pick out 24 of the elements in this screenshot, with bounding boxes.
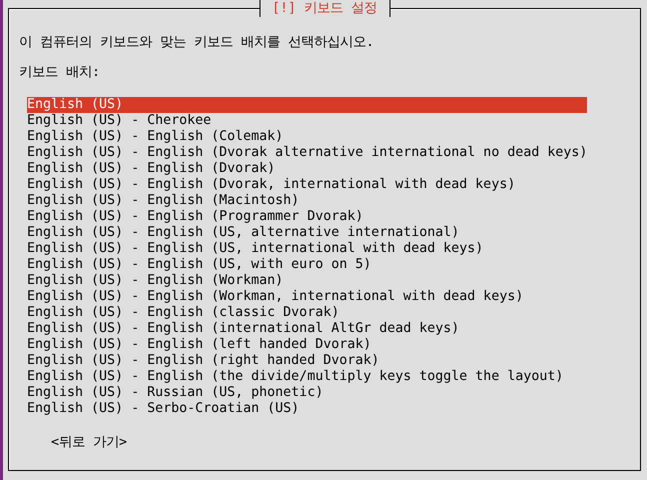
back-button[interactable]: <뒤로 가기>	[51, 433, 128, 451]
layout-option[interactable]: English (US) - English (international AltGr dead keys)	[27, 321, 587, 337]
layout-option[interactable]: English (US) - English (Macintosh)	[27, 193, 587, 209]
layout-option[interactable]: English (US) - Russian (US, phonetic)	[27, 385, 587, 401]
layout-option[interactable]: English (US) - Serbo-Croatian (US)	[27, 401, 587, 417]
layout-option[interactable]: English (US) - English (US, alternative international)	[27, 225, 587, 241]
layout-option[interactable]: English (US) - English (US, international with dead keys)	[27, 241, 587, 257]
layout-option[interactable]: English (US) - English (Dvorak, international with dead keys)	[27, 177, 587, 193]
layout-option[interactable]: English (US) - English (classic Dvorak)	[27, 305, 587, 321]
layout-option[interactable]: English (US) - English (right handed Dvorak)	[27, 353, 587, 369]
layout-option[interactable]: English (US) - Cherokee	[27, 113, 587, 129]
layout-option[interactable]: English (US)	[27, 97, 587, 113]
list-label: 키보드 배치:	[19, 65, 102, 81]
layout-option[interactable]: English (US) - English (Dvorak alternative international no dead keys)	[27, 145, 587, 161]
dialog-title: [!] 키보드 설정	[258, 0, 390, 17]
layout-option[interactable]: English (US) - English (US, with euro on 5)	[27, 257, 587, 273]
layout-option[interactable]: English (US) - English (Programmer Dvorak)	[27, 209, 587, 225]
layout-option[interactable]: English (US) - English (Dvorak)	[27, 161, 587, 177]
layout-option[interactable]: English (US) - English (the divide/multiply keys toggle the layout)	[27, 369, 587, 385]
prompt-text: 이 컴퓨터의 키보드와 맞는 키보드 배치를 선택하십시오.	[19, 35, 376, 51]
layout-option[interactable]: English (US) - English (Colemak)	[27, 129, 587, 145]
layout-option[interactable]: English (US) - English (Workman, international with dead keys)	[27, 289, 587, 305]
layout-option[interactable]: English (US) - English (left handed Dvorak)	[27, 337, 587, 353]
layout-option[interactable]: English (US) - English (Workman)	[27, 273, 587, 289]
